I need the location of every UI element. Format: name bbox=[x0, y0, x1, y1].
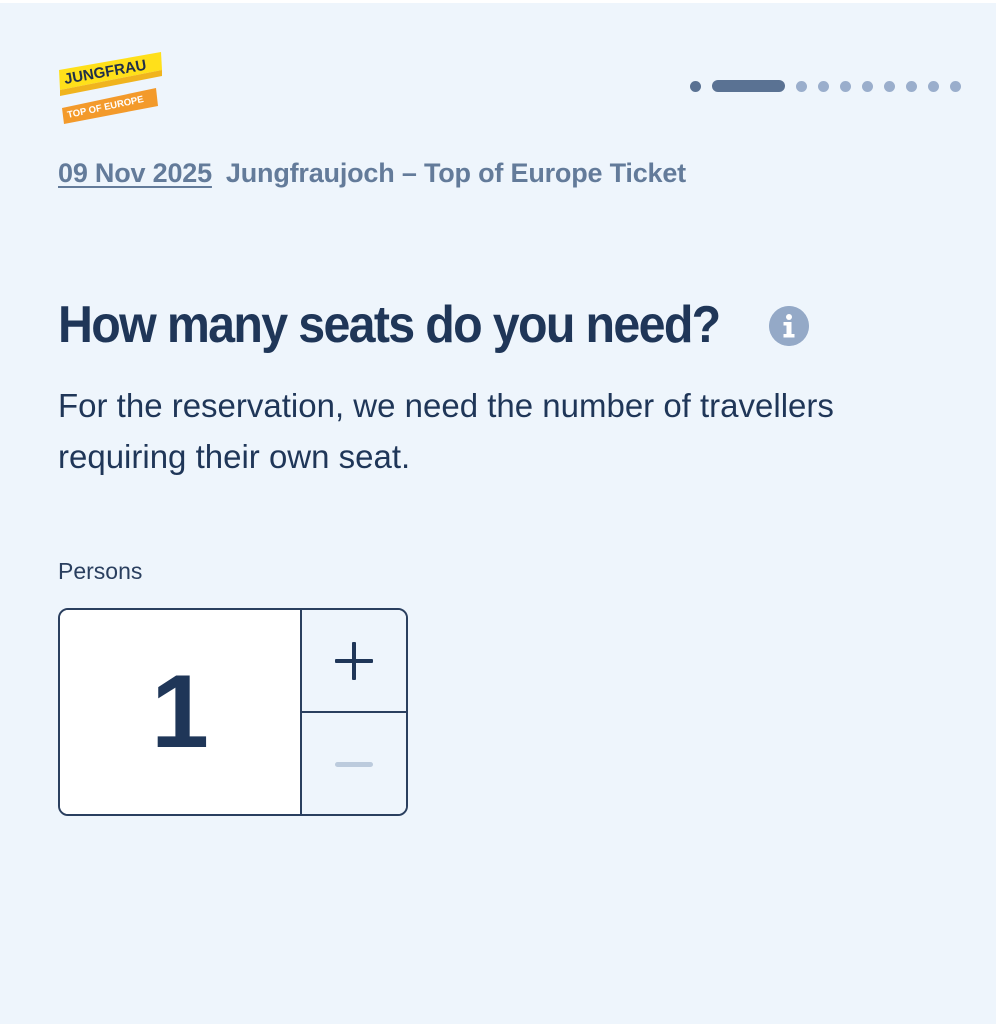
progress-dot bbox=[884, 80, 895, 92]
product-name: Jungfraujoch – Top of Europe Ticket bbox=[225, 158, 686, 188]
booking-summary: 09 Nov 2025 Jungfraujoch – Top of Europe … bbox=[58, 158, 686, 189]
progress-dot bbox=[818, 80, 829, 92]
progress-dot bbox=[950, 80, 961, 92]
question-heading-row: How many seats do you need? bbox=[58, 290, 809, 360]
progress-dot bbox=[862, 80, 873, 92]
persons-stepper: 1 bbox=[58, 608, 408, 816]
decrement-button[interactable] bbox=[302, 713, 406, 814]
top-strip bbox=[0, 0, 996, 3]
page-title: How many seats do you need? bbox=[58, 296, 721, 354]
progress-indicator bbox=[690, 79, 961, 93]
progress-dot bbox=[928, 80, 939, 92]
question-description: For the reservation, we need the number … bbox=[58, 387, 834, 475]
progress-dot bbox=[906, 80, 917, 92]
increment-button[interactable] bbox=[302, 610, 406, 713]
info-icon[interactable] bbox=[769, 306, 809, 346]
persons-count-input[interactable]: 1 bbox=[60, 610, 302, 814]
persons-label: Persons bbox=[58, 558, 143, 584]
stepper-buttons bbox=[302, 610, 406, 814]
plus-icon bbox=[335, 641, 373, 680]
date-link[interactable]: 09 Nov 2025 bbox=[58, 158, 212, 188]
minus-icon bbox=[335, 761, 373, 767]
progress-dot bbox=[796, 80, 807, 92]
progress-dot bbox=[690, 80, 701, 92]
jungfrau-logo[interactable]: JUNGFRAU TOP OF EUROPE bbox=[56, 48, 166, 128]
progress-dot bbox=[840, 80, 851, 92]
progress-dot-current bbox=[712, 80, 785, 92]
